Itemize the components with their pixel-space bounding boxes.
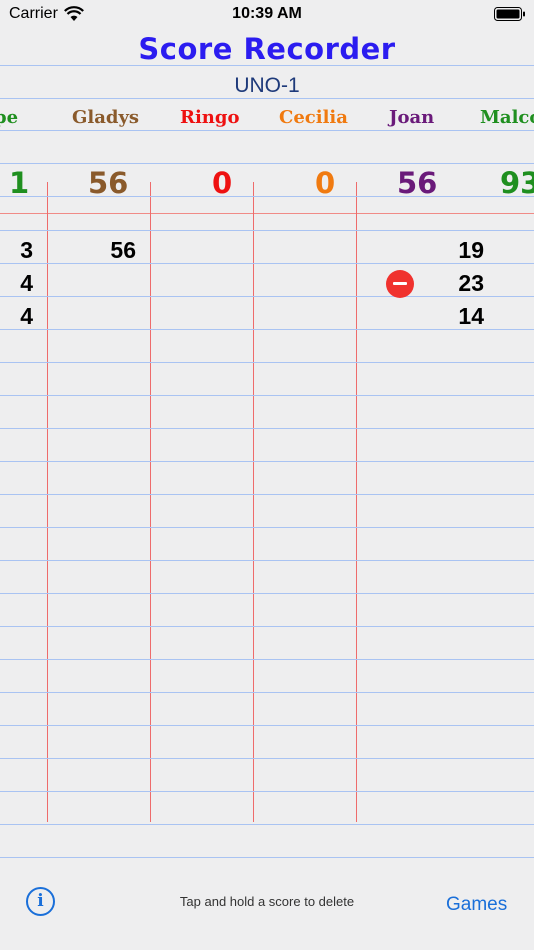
- ruled-line: [0, 725, 534, 726]
- ruled-line: [0, 362, 534, 363]
- status-bar: Carrier 10:39 AM: [0, 0, 534, 28]
- player-name[interactable]: Joan: [389, 107, 434, 128]
- delete-score-icon[interactable]: [386, 270, 414, 298]
- ruled-paper: [0, 0, 534, 870]
- player-name[interactable]: Malcol: [480, 107, 534, 128]
- ruled-line: [0, 230, 534, 231]
- ruled-line: [0, 857, 534, 858]
- score-cell[interactable]: 4: [0, 270, 33, 297]
- player-name[interactable]: Gladys: [72, 107, 139, 128]
- ruled-line: [0, 758, 534, 759]
- ruled-line: [0, 494, 534, 495]
- score-cell[interactable]: 14: [424, 303, 484, 330]
- app-title: Score Recorder: [138, 32, 396, 66]
- game-name[interactable]: UNO-1: [0, 74, 534, 98]
- ruled-line: [0, 428, 534, 429]
- player-total: 0: [315, 166, 336, 200]
- battery-icon: [494, 7, 525, 21]
- ruled-line: [0, 791, 534, 792]
- ruled-line: [0, 395, 534, 396]
- ruled-line: [0, 593, 534, 594]
- ruled-line: [0, 130, 534, 131]
- column-divider: [150, 182, 151, 822]
- player-total: 56: [397, 166, 438, 200]
- player-total: 56: [88, 166, 129, 200]
- ruled-line: [0, 659, 534, 660]
- ruled-line: [0, 527, 534, 528]
- games-button[interactable]: Games: [446, 894, 507, 916]
- score-cell[interactable]: 23: [424, 270, 484, 297]
- clock: 10:39 AM: [232, 5, 302, 22]
- score-cell[interactable]: 3: [0, 237, 33, 264]
- column-divider: [47, 182, 48, 822]
- column-divider: [356, 182, 357, 822]
- score-cell[interactable]: 19: [424, 237, 484, 264]
- ruled-line: [0, 560, 534, 561]
- player-total: 93: [500, 166, 534, 200]
- ruled-line: [0, 196, 534, 197]
- ruled-line: [0, 163, 534, 164]
- score-cell[interactable]: 4: [0, 303, 33, 330]
- score-cell[interactable]: 56: [76, 237, 136, 264]
- player-name[interactable]: Cecilia: [279, 107, 348, 128]
- ruled-line: [0, 98, 534, 99]
- ruled-line: [0, 461, 534, 462]
- player-name[interactable]: Ringo: [180, 107, 239, 128]
- ruled-line: [0, 692, 534, 693]
- ruled-line: [0, 626, 534, 627]
- column-divider: [253, 182, 254, 822]
- player-name[interactable]: pe: [0, 107, 18, 128]
- player-total: 0: [212, 166, 233, 200]
- player-total: 1: [9, 166, 30, 200]
- ruled-line: [0, 824, 534, 825]
- header-divider-line: [0, 213, 534, 214]
